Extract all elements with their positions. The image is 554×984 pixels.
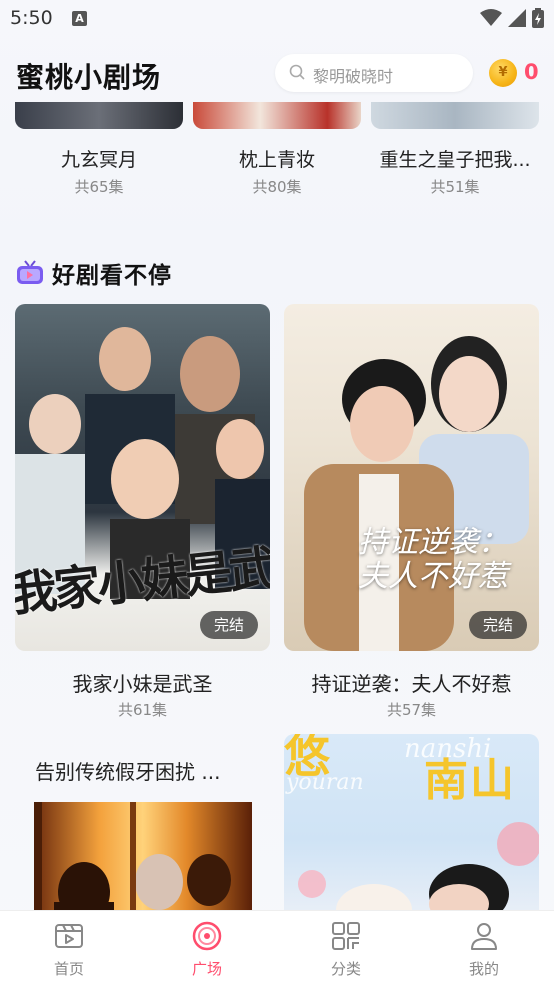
drama-thumbnail xyxy=(371,102,539,129)
status-time: 5:50 xyxy=(10,7,53,29)
status-icons xyxy=(480,8,544,28)
drama-card[interactable]: 我家小妹是武圣 完结 我家小妹是武圣 共61集 xyxy=(15,304,270,724)
app-title: 蜜桃小剧场 xyxy=(16,61,162,94)
search-placeholder: 黎明破晓时 xyxy=(313,67,394,86)
ad-card[interactable]: 告别传统假牙困扰 ... xyxy=(15,734,270,914)
app-header: 蜜桃小剧场 黎明破晓时 ¥ 0 xyxy=(0,46,554,102)
poster-title-line-1: 持证逆袭： xyxy=(358,525,508,560)
nav-label: 我的 xyxy=(468,960,499,978)
nav-item-profile[interactable]: 我的 xyxy=(415,911,553,984)
drama-title: 枕上青妆 xyxy=(238,149,315,171)
nav-label: 分类 xyxy=(330,960,361,978)
signal-icon xyxy=(508,9,526,27)
poster-art xyxy=(304,336,529,651)
drama-thumbnail xyxy=(15,102,183,129)
nav-label: 首页 xyxy=(53,960,84,978)
search-input[interactable]: 黎明破晓时 xyxy=(275,54,473,92)
drama-card[interactable]: 持证逆袭： 夫人不好惹 完结 持证逆袭：夫人不好惹 共57集 xyxy=(284,304,539,724)
drama-card[interactable]: 悠 南山 nanshi youran xyxy=(284,734,539,910)
section-header: 好剧看不停 xyxy=(16,256,172,290)
ad-image-art xyxy=(34,802,231,912)
status-bar: 5:50 A xyxy=(0,0,554,36)
drama-poster: 持证逆袭： 夫人不好惹 完结 xyxy=(284,304,539,651)
drama-episodes: 共61集 xyxy=(117,701,168,719)
poster-title-art: 持证逆袭： 夫人不好惹 xyxy=(338,526,528,594)
drama-episodes: 共57集 xyxy=(386,701,437,719)
coin-count[interactable]: 0 xyxy=(524,60,539,84)
tv-icon xyxy=(17,260,43,284)
drama-title: 我家小妹是武圣 xyxy=(72,672,213,696)
drama-episodes: 共80集 xyxy=(252,178,302,196)
drama-thumbnail xyxy=(193,102,361,129)
status-badge: 完结 xyxy=(468,611,527,639)
bottom-nav: 首页 广场 分类 我的 xyxy=(0,910,554,984)
drama-poster: 我家小妹是武圣 完结 xyxy=(15,304,270,651)
nav-item-square[interactable]: 广场 xyxy=(138,911,276,984)
nav-item-home[interactable]: 首页 xyxy=(0,911,138,984)
battery-icon xyxy=(532,8,544,28)
top-drama-row: 九玄冥月 共65集 枕上青妆 共80集 重生之皇子把我... 共51集 xyxy=(0,102,554,202)
poster-script-text: youran xyxy=(286,770,364,795)
user-icon xyxy=(471,923,497,950)
drama-title: 九玄冥月 xyxy=(60,149,137,171)
ad-image xyxy=(34,802,252,912)
poster-script-text: nanshi xyxy=(404,734,492,764)
drama-poster: 悠 南山 nanshi youran xyxy=(284,734,539,910)
drama-episodes: 共65集 xyxy=(74,178,124,196)
play-video-icon xyxy=(55,924,83,948)
notification-icon: A xyxy=(72,11,87,26)
drama-title: 重生之皇子把我... xyxy=(379,149,531,171)
drama-episodes: 共51集 xyxy=(430,178,480,196)
ad-title: 告别传统假牙困扰 ... xyxy=(35,760,221,784)
search-icon xyxy=(289,64,305,80)
nav-label: 广场 xyxy=(191,960,222,978)
poster-title-line-2: 夫人不好惹 xyxy=(358,559,508,594)
coin-icon[interactable]: ¥ xyxy=(489,59,517,87)
disc-icon xyxy=(192,921,222,951)
status-badge: 完结 xyxy=(199,611,258,639)
drama-title: 持证逆袭：夫人不好惹 xyxy=(311,672,512,696)
section-title: 好剧看不停 xyxy=(52,263,172,289)
grid-category-icon xyxy=(332,922,360,950)
nav-item-category[interactable]: 分类 xyxy=(277,911,415,984)
wifi-icon xyxy=(480,9,502,26)
